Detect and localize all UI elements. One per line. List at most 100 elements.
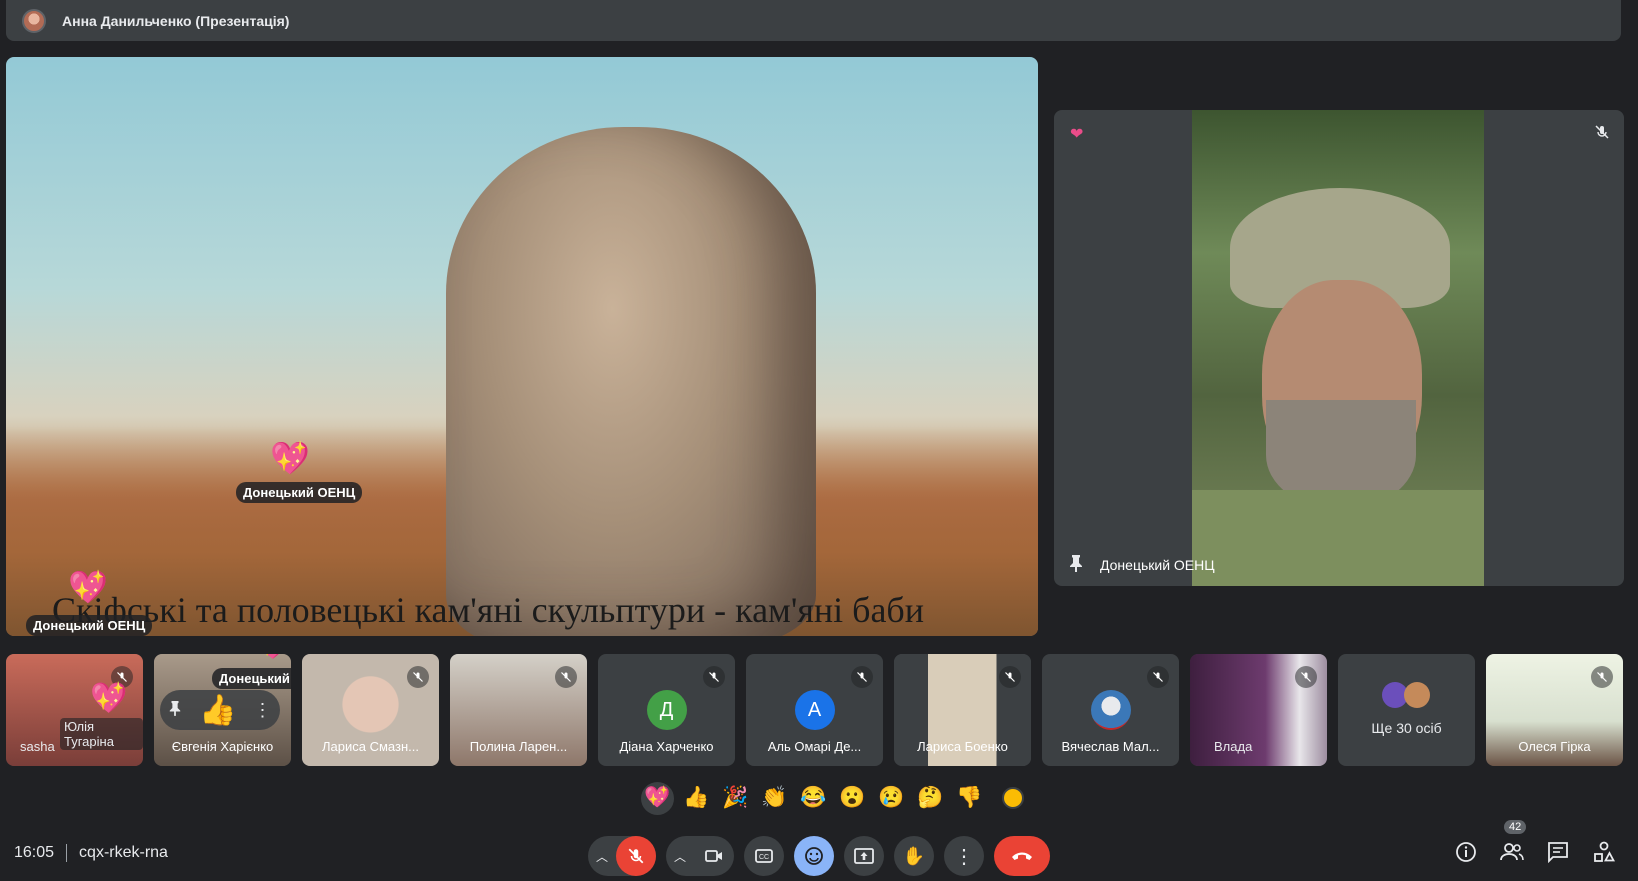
skin-tone-button[interactable] xyxy=(1002,787,1024,809)
reaction-label: Донецький ОЕНЦ xyxy=(26,615,153,636)
mic-off-icon xyxy=(703,666,725,688)
present-icon xyxy=(854,848,874,864)
speaker-video xyxy=(1192,110,1484,586)
participant-avatar xyxy=(1090,690,1131,730)
heart-reaction-icon: 💖 xyxy=(68,569,108,605)
participant-name: Вячеслав Мал... xyxy=(1061,739,1160,754)
people-count-badge: 42 xyxy=(1504,820,1527,834)
reaction-label: Донецький ОЕНЦ xyxy=(212,668,291,689)
captions-button[interactable]: CC xyxy=(744,836,784,876)
chevron-up-icon[interactable]: ︿ xyxy=(672,848,686,865)
emoji-reactions-button[interactable] xyxy=(794,836,834,876)
camera-icon xyxy=(705,850,722,862)
meeting-code: cqx-rkek-rna xyxy=(79,844,168,861)
participant-name: Влада xyxy=(1214,739,1253,754)
tile-hover-controls: 👍 ⋮ xyxy=(160,690,280,730)
side-panel-controls: 42 xyxy=(1452,820,1618,866)
more-participants-label: Ще 30 осіб xyxy=(1371,720,1442,736)
presenter-bar: Анна Данильченко (Презентація) xyxy=(6,0,1621,41)
sad-reaction-button[interactable]: 😢 xyxy=(875,782,908,815)
heart-reaction-icon: 💖 xyxy=(254,654,291,660)
slide-caption: Скіфські та половецькі кам'яні скульптур… xyxy=(52,590,925,630)
thumbs-up-reaction-button[interactable]: 👍 xyxy=(680,782,713,815)
more-options-icon[interactable]: ⋮ xyxy=(254,700,272,721)
presentation-screen[interactable]: Скіфські та половецькі кам'яні скульптур… xyxy=(6,57,1038,636)
smile-icon xyxy=(805,847,823,865)
people-button[interactable]: 42 xyxy=(1498,820,1527,866)
participant-avatar xyxy=(1404,682,1430,708)
participant-tile[interactable]: Д Діана Харченко xyxy=(598,654,735,766)
speaker-name: Донецький ОЕНЦ xyxy=(1100,557,1215,573)
presenter-title: Анна Данильченко (Презентація) xyxy=(62,12,290,29)
reaction-name: Юлія Тугаріна xyxy=(60,718,143,750)
chat-button[interactable] xyxy=(1544,838,1572,866)
participant-name: Аль Омарі Де... xyxy=(767,739,862,754)
chat-icon xyxy=(1548,842,1568,863)
mic-off-icon xyxy=(1147,666,1169,688)
activities-button[interactable] xyxy=(1590,838,1618,866)
presenter-avatar xyxy=(22,8,46,33)
participant-tile[interactable]: 💖 sasha Юлія Тугаріна xyxy=(6,654,143,766)
participant-name: Лариса Боенко xyxy=(917,739,1008,754)
mic-off-icon xyxy=(1295,666,1317,688)
svg-text:CC: CC xyxy=(759,854,769,861)
call-controls: ︿ ︿ CC ✋ ⋮ xyxy=(588,836,1050,876)
divider xyxy=(66,844,68,862)
laugh-reaction-button[interactable]: 😂 xyxy=(797,782,830,815)
thinking-reaction-button[interactable]: 🤔 xyxy=(914,782,947,815)
participant-name: Олеся Гірка xyxy=(1518,739,1591,754)
present-screen-button[interactable] xyxy=(844,836,884,876)
thumbs-down-reaction-button[interactable]: 👎 xyxy=(953,782,986,815)
meeting-info: 16:05 cqx-rkek-rna xyxy=(14,844,168,862)
speaker-tile[interactable]: ❤ Донецький ОЕНЦ xyxy=(1054,110,1624,586)
mic-off-button[interactable] xyxy=(616,836,656,876)
heart-reaction-icon: 💖 xyxy=(270,440,310,476)
participant-avatar: Д xyxy=(646,690,687,730)
captions-icon: CC xyxy=(755,849,773,863)
mic-off-icon xyxy=(999,666,1021,688)
mic-off-icon xyxy=(851,666,873,688)
audio-control-group: ︿ xyxy=(588,836,656,876)
camera-button[interactable] xyxy=(694,836,734,876)
mic-off-icon xyxy=(407,666,429,688)
participant-tile[interactable]: Лариса Боенко xyxy=(894,654,1031,766)
pin-icon[interactable] xyxy=(168,700,182,721)
reactions-bar: 💖 👍 🎉 👏 😂 😮 😢 🤔 👎 xyxy=(641,778,1024,818)
participant-tile[interactable]: Лариса Смазн... xyxy=(302,654,439,766)
participant-name: Євгенія Харієнко xyxy=(171,739,274,754)
heart-reaction-button[interactable]: 💖 xyxy=(641,781,674,815)
surprised-reaction-button[interactable]: 😮 xyxy=(836,782,869,815)
leave-call-button[interactable] xyxy=(994,836,1050,876)
participant-tile[interactable]: Вячеслав Мал... xyxy=(1042,654,1179,766)
participant-tile[interactable]: Олеся Гірка xyxy=(1486,654,1623,766)
participant-name: Полина Ларен... xyxy=(469,739,568,754)
mic-off-icon xyxy=(1591,666,1613,688)
participant-tile[interactable]: Полина Ларен... xyxy=(450,654,587,766)
mic-off-icon xyxy=(555,666,577,688)
hang-up-icon xyxy=(1012,852,1032,860)
hand-icon: ✋ xyxy=(902,845,926,866)
stone-sculpture-image xyxy=(446,127,816,636)
participant-tile[interactable]: Влада xyxy=(1190,654,1327,766)
more-participants-tile[interactable]: Ще 30 осіб xyxy=(1338,654,1475,766)
more-vert-icon: ⋮ xyxy=(954,845,974,868)
info-icon xyxy=(1456,842,1476,862)
party-reaction-button[interactable]: 🎉 xyxy=(719,782,752,815)
clap-reaction-button[interactable]: 👏 xyxy=(758,782,791,815)
participant-tile[interactable]: A Аль Омарі Де... xyxy=(746,654,883,766)
raise-hand-button[interactable]: ✋ xyxy=(894,836,934,876)
clock-time: 16:05 xyxy=(14,844,55,861)
heart-icon: ❤ xyxy=(1070,126,1084,143)
participant-avatar: A xyxy=(794,690,835,730)
thumbs-up-reaction-icon: 👍 xyxy=(199,693,237,727)
participant-name: sasha xyxy=(20,739,55,754)
reaction-label: Донецький ОЕНЦ xyxy=(236,482,363,503)
chevron-up-icon[interactable]: ︿ xyxy=(594,848,608,865)
heart-reaction-icon: 💖 xyxy=(90,682,128,715)
pin-icon[interactable] xyxy=(1068,554,1084,577)
participant-tile[interactable]: 💖 Донецький ОЕНЦ 👍 ⋮ Євгенія Харієнко xyxy=(154,654,291,766)
speaker-body xyxy=(1192,490,1484,586)
activities-icon xyxy=(1594,841,1615,862)
more-options-button[interactable]: ⋮ xyxy=(944,836,984,876)
meeting-details-button[interactable] xyxy=(1452,838,1480,866)
